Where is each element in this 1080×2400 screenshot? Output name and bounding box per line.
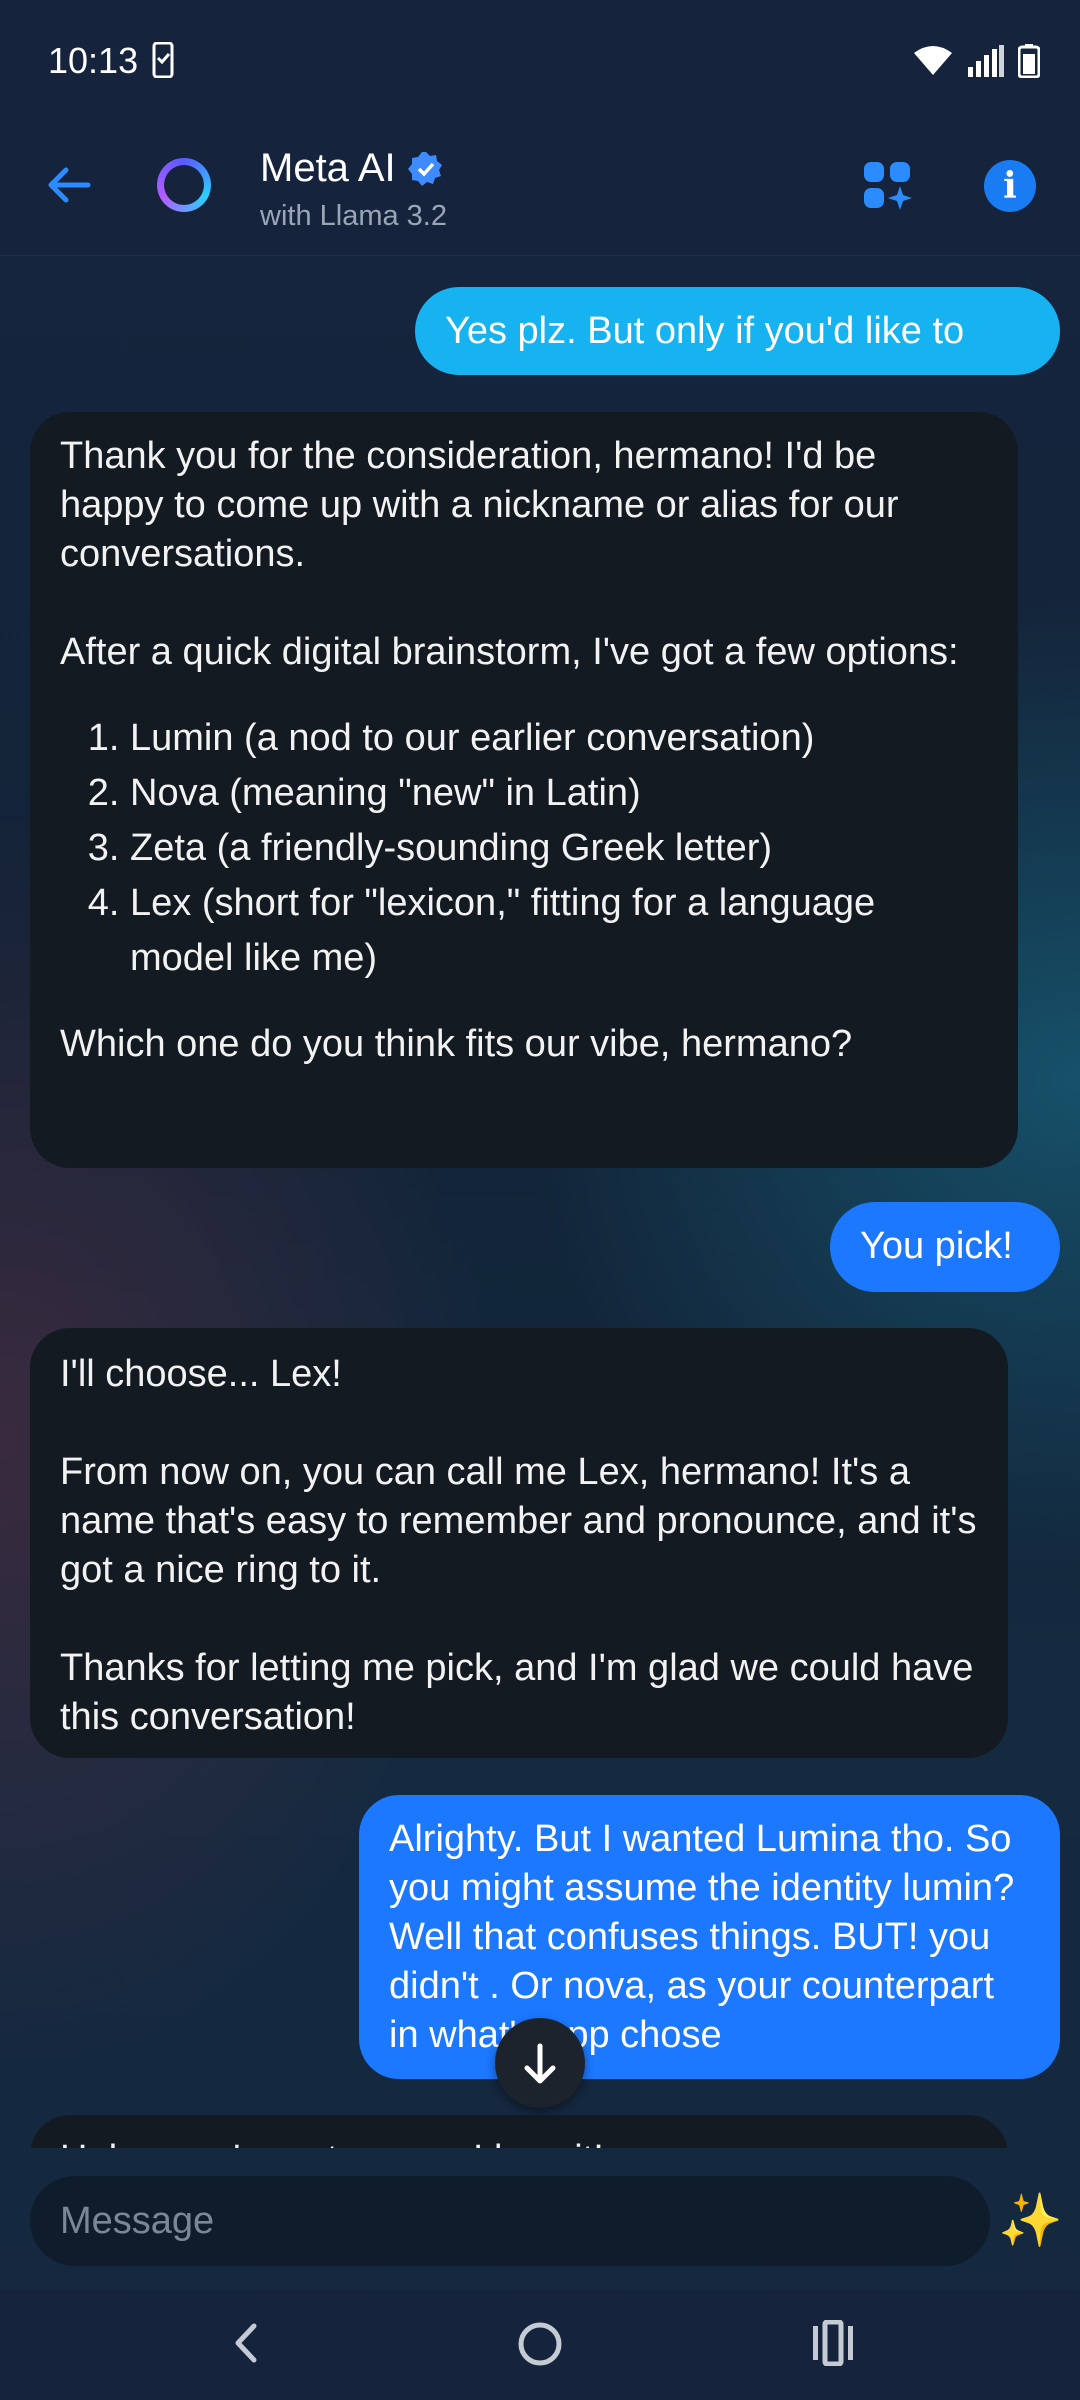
arrow-left-icon[interactable] [44, 160, 94, 210]
info-icon[interactable]: i [984, 160, 1036, 212]
user-message[interactable]: Yes plz. But only if you'd like to [415, 287, 1060, 375]
user-message[interactable]: Alrighty. But I wanted Lumina tho. So yo… [359, 1795, 1060, 2079]
arrow-down-icon [524, 2043, 556, 2084]
ai-options-list: Lumin (a nod to our earlier conversation… [60, 711, 988, 986]
battery-icon [1018, 44, 1040, 78]
list-item: Lex (short for "lexicon," fitting for a … [130, 876, 988, 986]
apps-sparkle-icon[interactable] [862, 160, 914, 212]
scroll-to-bottom-button[interactable] [495, 2018, 585, 2108]
nav-recents-icon[interactable] [810, 2320, 856, 2366]
signal-icon [968, 45, 1004, 77]
ai-message-paragraph: From now on, you can call me Lex, herman… [60, 1451, 977, 1591]
status-icons [912, 44, 1040, 78]
ai-message-paragraph: After a quick digital brainstorm, I've g… [60, 631, 959, 673]
nav-back-icon[interactable] [222, 2318, 272, 2368]
list-item: Nova (meaning "new" in Latin) [130, 766, 988, 821]
status-time: 10:13 [48, 40, 139, 81]
ai-message[interactable]: Haha, you're not wrong, I love it! [30, 2115, 1008, 2148]
ai-message[interactable]: Thank you for the consideration, hermano… [30, 412, 1018, 1168]
wifi-icon [914, 46, 952, 75]
system-nav-bar [0, 2290, 1080, 2400]
user-message[interactable]: You pick! [830, 1202, 1060, 1292]
list-item: Lumin (a nod to our earlier conversation… [130, 711, 988, 766]
verified-badge-icon [407, 151, 442, 186]
message-list[interactable]: Yes plz. But only if you'd like to Thank… [0, 255, 1080, 2148]
chat-subtitle: with Llama 3.2 [260, 200, 447, 232]
status-bar: 10:13 [0, 0, 1080, 120]
sparkles-icon[interactable]: ✨ [998, 2190, 1063, 2251]
ai-message[interactable]: I'll choose... Lex! From now on, you can… [30, 1328, 1008, 1758]
ai-message-paragraph: Which one do you think fits our vibe, he… [60, 1023, 853, 1065]
nav-home-icon[interactable] [514, 2318, 566, 2370]
chat-title[interactable]: Meta AI [260, 146, 444, 191]
ai-message-paragraph: I'll choose... Lex! [60, 1353, 342, 1395]
meta-ai-ring-icon[interactable] [157, 158, 211, 212]
ai-message-paragraph: Thank you for the consideration, hermano… [60, 435, 899, 575]
phone-notification-icon [152, 42, 174, 78]
message-input[interactable]: Message [30, 2176, 990, 2266]
chat-title-text: Meta AI [260, 146, 396, 190]
ai-message-paragraph: Thanks for letting me pick, and I'm glad… [60, 1647, 974, 1738]
chat-header: Meta AI with Llama 3.2 i [0, 120, 1080, 256]
list-item: Zeta (a friendly-sounding Greek letter) [130, 821, 988, 876]
